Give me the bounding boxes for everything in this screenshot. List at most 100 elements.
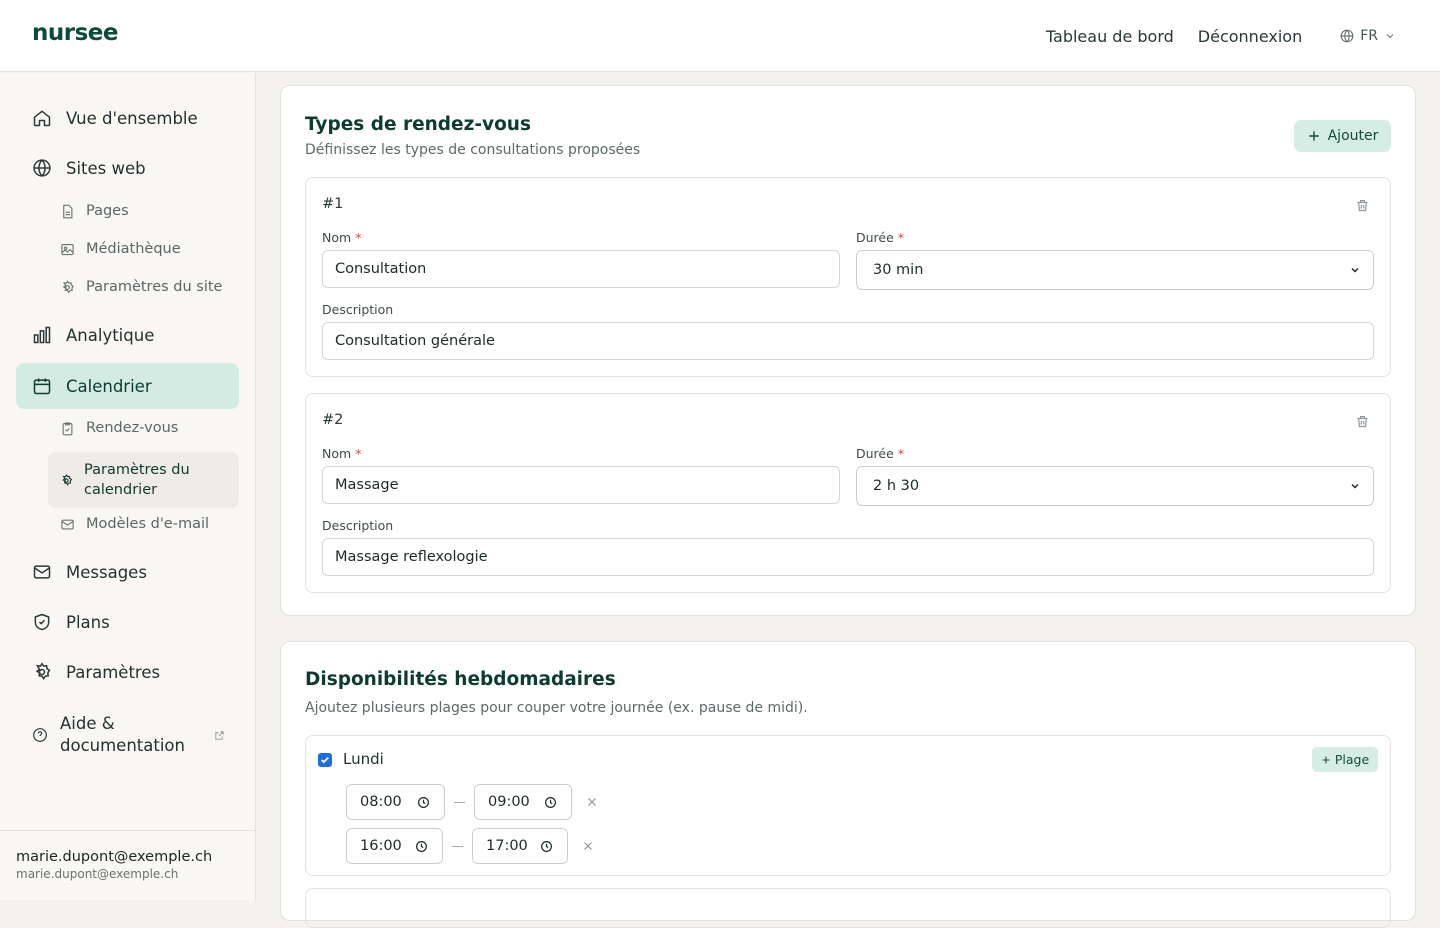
sidebar-item-label: Rendez-vous (86, 420, 179, 436)
sidebar-item-analytics[interactable]: Analytique (16, 312, 239, 358)
time-start-input[interactable]: 16:00 (346, 828, 443, 864)
sidebar-item-websites[interactable]: Sites web (16, 145, 239, 191)
chevron-down-icon (1351, 483, 1359, 489)
type-number: #1 (322, 196, 344, 212)
language-selector[interactable]: FR (1340, 28, 1396, 44)
clock-icon (416, 841, 427, 852)
sidebar-item-media[interactable]: Médiathèque (48, 241, 239, 257)
sidebar-item-settings[interactable]: Paramètres (16, 649, 239, 695)
sidebar-item-calendar[interactable]: Calendrier (16, 363, 239, 409)
close-icon[interactable] (582, 840, 594, 852)
time-end-input[interactable]: 17:00 (472, 828, 568, 864)
sidebar-item-calendar-settings[interactable]: Paramètres du calendrier (48, 452, 239, 508)
sidebar-item-site-settings[interactable]: Paramètres du site (48, 279, 239, 295)
sidebar-item-appointments[interactable]: Rendez-vous (48, 420, 239, 436)
name-label: Nom * (322, 446, 361, 461)
gear-icon (62, 279, 74, 294)
sidebar-item-plans[interactable]: Plans (16, 599, 239, 645)
time-value: 09:00 (488, 794, 530, 810)
add-range-label: Plage (1334, 752, 1370, 767)
sidebar-item-label: Aide & documentation (60, 714, 185, 755)
duration-select[interactable]: 30 min (856, 250, 1374, 290)
day-name: Lundi (343, 750, 384, 768)
sidebar-item-label: Messages (66, 562, 147, 582)
shield-icon (34, 613, 50, 631)
day-row-monday: Lundi Plage 08:00 09:00 16:00 17:00 (305, 735, 1391, 876)
add-type-button[interactable]: Ajouter (1294, 120, 1391, 152)
user-box[interactable]: marie.dupont@exemple.ch marie.dupont@exe… (0, 830, 255, 900)
clock-icon (541, 841, 552, 852)
sidebar-item-label: Pages (86, 203, 129, 219)
sidebar-item-email-templates[interactable]: Modèles d'e-mail (48, 516, 239, 532)
user-email: marie.dupont@exemple.ch (16, 867, 179, 881)
required-mark: * (355, 446, 362, 461)
card-title: Disponibilités hebdomadaires (305, 669, 616, 690)
dashboard-link[interactable]: Tableau de bord (1046, 27, 1174, 46)
file-icon (63, 204, 73, 218)
name-input[interactable]: Massage (322, 466, 840, 504)
home-icon (33, 110, 51, 127)
gear-icon (62, 473, 73, 486)
sidebar: Vue d'ensemble Sites web Pages Médiathèq… (0, 73, 256, 900)
type-number: #2 (322, 412, 344, 428)
calendar-icon (33, 378, 51, 395)
sidebar-item-help[interactable]: Aide & documentation (16, 709, 239, 761)
external-link-icon (215, 730, 224, 740)
logout-link[interactable]: Déconnexion (1198, 27, 1302, 46)
availability-card: Disponibilités hebdomadaires Ajoutez plu… (280, 641, 1416, 928)
globe-icon (1340, 29, 1354, 43)
sidebar-item-overview[interactable]: Vue d'ensemble (16, 95, 239, 141)
appointment-types-card: Types de rendez-vous Définissez les type… (280, 85, 1416, 616)
clock-icon (545, 797, 556, 808)
add-range-button[interactable]: Plage (1312, 747, 1378, 772)
sidebar-item-label: Paramètres du calendrier (84, 462, 190, 498)
top-nav: Tableau de bord Déconnexion FR (1046, 0, 1396, 72)
duration-label-text: Durée (856, 230, 894, 245)
duration-label: Durée * (856, 230, 904, 245)
time-value: 17:00 (486, 838, 528, 854)
sidebar-item-label: Plans (66, 612, 110, 632)
appointment-type-1: #1 Nom * Consultation Durée * 30 min Des… (305, 177, 1391, 377)
clock-icon (418, 797, 429, 808)
trash-icon[interactable] (1355, 198, 1370, 213)
chevron-down-icon (1351, 267, 1359, 273)
mail-icon (61, 519, 74, 529)
image-icon (61, 243, 74, 255)
sidebar-item-label: Vue d'ensemble (66, 108, 198, 128)
user-name: marie.dupont@exemple.ch (16, 849, 213, 865)
description-input[interactable]: Massage reflexologie (322, 538, 1374, 576)
mail-icon (33, 565, 51, 579)
range-separator (452, 846, 463, 847)
duration-label: Durée * (856, 446, 904, 461)
description-label: Description (322, 302, 394, 317)
sidebar-item-label: Calendrier (66, 376, 152, 396)
logo[interactable]: nursee (32, 20, 118, 46)
language-code: FR (1360, 28, 1378, 44)
name-label-text: Nom (322, 230, 352, 245)
time-value: 08:00 (360, 794, 402, 810)
help-circle-icon (33, 728, 47, 742)
required-mark: * (897, 230, 905, 245)
duration-value: 30 min (873, 262, 924, 278)
duration-select[interactable]: 2 h 30 (856, 466, 1374, 506)
name-input[interactable]: Consultation (322, 250, 840, 288)
plus-icon (1322, 756, 1330, 763)
sidebar-item-messages[interactable]: Messages (16, 549, 239, 595)
close-icon[interactable] (586, 796, 598, 808)
plus-icon (1308, 131, 1319, 141)
time-end-input[interactable]: 09:00 (474, 784, 572, 820)
sidebar-item-label: Paramètres (66, 662, 161, 682)
sidebar-item-label: Analytique (66, 325, 155, 345)
day-checkbox[interactable] (318, 753, 332, 767)
gear-icon (35, 662, 51, 681)
add-type-label: Ajouter (1327, 128, 1379, 144)
sidebar-item-pages[interactable]: Pages (48, 203, 239, 219)
range-separator (454, 802, 465, 803)
sidebar-item-label: Sites web (66, 158, 146, 178)
time-start-input[interactable]: 08:00 (346, 784, 445, 820)
globe-icon (33, 159, 51, 177)
description-input[interactable]: Consultation générale (322, 322, 1374, 360)
trash-icon[interactable] (1355, 414, 1370, 429)
check-icon (321, 756, 329, 764)
time-value: 16:00 (360, 838, 402, 854)
